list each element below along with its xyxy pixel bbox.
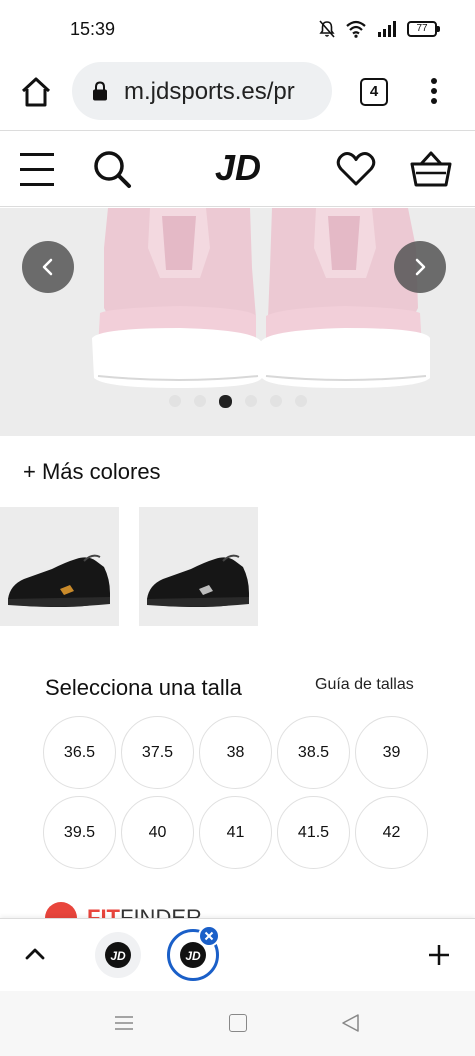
size-selector-title: Selecciona una talla [45,675,242,700]
battery-icon: 77 [407,21,440,37]
site-header: JD [0,131,475,207]
jd-favicon: JD [180,942,206,968]
mute-icon [319,20,335,38]
more-options-icon[interactable] [424,76,444,106]
more-colors-toggle[interactable]: + Más colores [23,459,161,485]
search-icon[interactable] [92,149,132,189]
size-option[interactable]: 37.5 [121,716,194,789]
new-tab-plus-icon[interactable] [427,943,451,967]
recent-apps-icon[interactable] [115,1015,133,1031]
url-text: m.jdsports.es/pr [124,78,295,105]
system-navigation-bar [0,991,475,1056]
size-guide-link[interactable]: Guía de tallas [315,676,414,694]
size-option[interactable]: 41 [199,796,272,869]
system-home-icon[interactable] [229,1014,247,1032]
chevron-left-icon [42,258,53,276]
status-bar: 15:39 77 [0,0,475,60]
carousel-dot-active[interactable] [218,395,232,408]
lock-icon [93,81,107,101]
jd-favicon: JD [105,942,131,968]
status-time: 15:39 [70,19,116,39]
jd-logo[interactable]: JD [208,148,268,188]
basket-icon[interactable] [410,151,452,187]
size-option[interactable]: 39 [355,716,428,789]
svg-text:JD: JD [110,949,126,962]
svg-text:JD: JD [185,949,201,962]
size-option[interactable]: 42 [355,796,428,869]
close-tab-button[interactable] [198,925,220,947]
status-icons: 77 [319,20,440,38]
black-shoe-orange-logo-image [8,554,110,607]
size-option[interactable]: 38.5 [277,716,350,789]
carousel-next-button[interactable] [394,241,446,293]
address-bar[interactable]: m.jdsports.es/pr [72,62,332,120]
tab-count-button[interactable]: 4 [360,78,388,106]
carousel-dot[interactable] [269,395,282,407]
signal-icon [378,21,396,37]
carousel-dot[interactable] [193,395,206,407]
carousel-dot[interactable] [168,395,181,407]
system-back-icon[interactable] [340,1013,360,1033]
carousel-prev-button[interactable] [22,241,74,293]
color-variant-thumbnail[interactable] [0,507,119,626]
tab-switcher-bar: JD JD [0,918,475,991]
size-option[interactable]: 36.5 [43,716,116,789]
tab-thumbnail[interactable]: JD [95,932,141,978]
size-option[interactable]: 38 [199,716,272,789]
carousel-dot[interactable] [244,395,257,407]
svg-text:JD: JD [215,148,261,188]
size-option[interactable]: 40 [121,796,194,869]
chevron-up-icon[interactable] [24,945,46,961]
size-option[interactable]: 41.5 [277,796,350,869]
product-image-carousel[interactable] [0,208,475,436]
carousel-dot[interactable] [294,395,307,407]
size-option[interactable]: 39.5 [43,796,116,869]
carousel-dots [0,395,475,408]
color-variant-thumbnail[interactable] [139,507,258,626]
hamburger-menu-icon[interactable] [20,151,54,187]
browser-toolbar: m.jdsports.es/pr 4 [0,60,475,130]
chevron-right-icon [415,258,426,276]
black-shoe-white-logo-image [147,554,249,607]
home-icon[interactable] [18,74,54,110]
wifi-icon [346,20,366,38]
heart-icon[interactable] [336,151,376,187]
close-icon [204,931,214,941]
